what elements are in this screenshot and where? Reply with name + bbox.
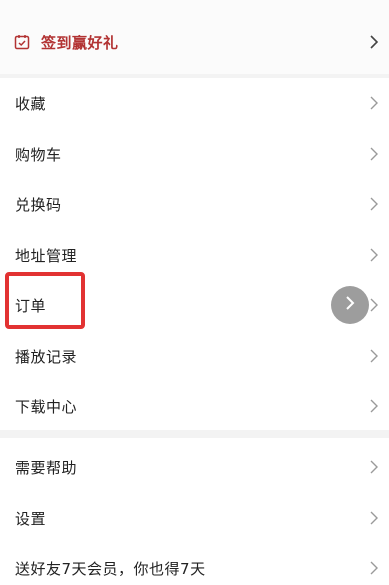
chevron-right-icon — [342, 294, 358, 316]
chevron-right-icon — [368, 195, 380, 213]
orders-highlight-box — [5, 272, 85, 329]
chevron-right-icon — [368, 509, 380, 527]
chevron-right-icon — [368, 347, 380, 365]
menu-item-label: 播放记录 — [15, 347, 78, 366]
menu-item-label: 设置 — [15, 509, 47, 528]
menu-item-label: 下载中心 — [15, 397, 78, 416]
menu-item-settings[interactable]: 设置 — [0, 493, 389, 543]
chevron-right-icon — [368, 296, 380, 314]
calendar-check-icon — [14, 34, 30, 50]
chevron-right-icon — [368, 145, 380, 163]
account-menu-screen: 签到赢好礼 收藏 购物车 兑换码 地址管理 订单 播放记录 下载中心 需要帮助 … — [0, 0, 389, 585]
chevron-right-icon — [368, 246, 380, 264]
chevron-right-icon — [368, 33, 380, 51]
menu-item-invite-friend[interactable]: 送好友7天会员，你也得7天 — [0, 543, 389, 585]
support-section: 需要帮助 设置 送好友7天会员，你也得7天 — [0, 438, 389, 585]
checkin-label: 签到赢好礼 — [41, 33, 119, 52]
menu-item-label: 购物车 — [15, 145, 62, 164]
chevron-right-icon — [368, 458, 380, 476]
floating-arrow-button[interactable] — [331, 286, 369, 324]
menu-section: 收藏 购物车 兑换码 地址管理 订单 播放记录 下载中心 — [0, 78, 389, 430]
menu-item-label: 需要帮助 — [15, 458, 78, 477]
menu-item-label: 地址管理 — [15, 246, 78, 265]
menu-item-label: 送好友7天会员，你也得7天 — [15, 559, 206, 578]
checkin-row[interactable]: 签到赢好礼 — [0, 17, 389, 67]
menu-item-cart[interactable]: 购物车 — [0, 129, 389, 179]
chevron-right-icon — [368, 559, 380, 577]
menu-item-label: 兑换码 — [15, 195, 62, 214]
chevron-right-icon — [368, 397, 380, 415]
menu-item-redeem-code[interactable]: 兑换码 — [0, 179, 389, 229]
menu-item-label: 收藏 — [15, 94, 47, 113]
menu-item-play-history[interactable]: 播放记录 — [0, 331, 389, 381]
menu-item-favorites[interactable]: 收藏 — [0, 78, 389, 128]
menu-item-downloads[interactable]: 下载中心 — [0, 381, 389, 431]
checkin-section: 签到赢好礼 — [0, 0, 389, 74]
chevron-right-icon — [368, 94, 380, 112]
menu-item-help[interactable]: 需要帮助 — [0, 442, 389, 492]
